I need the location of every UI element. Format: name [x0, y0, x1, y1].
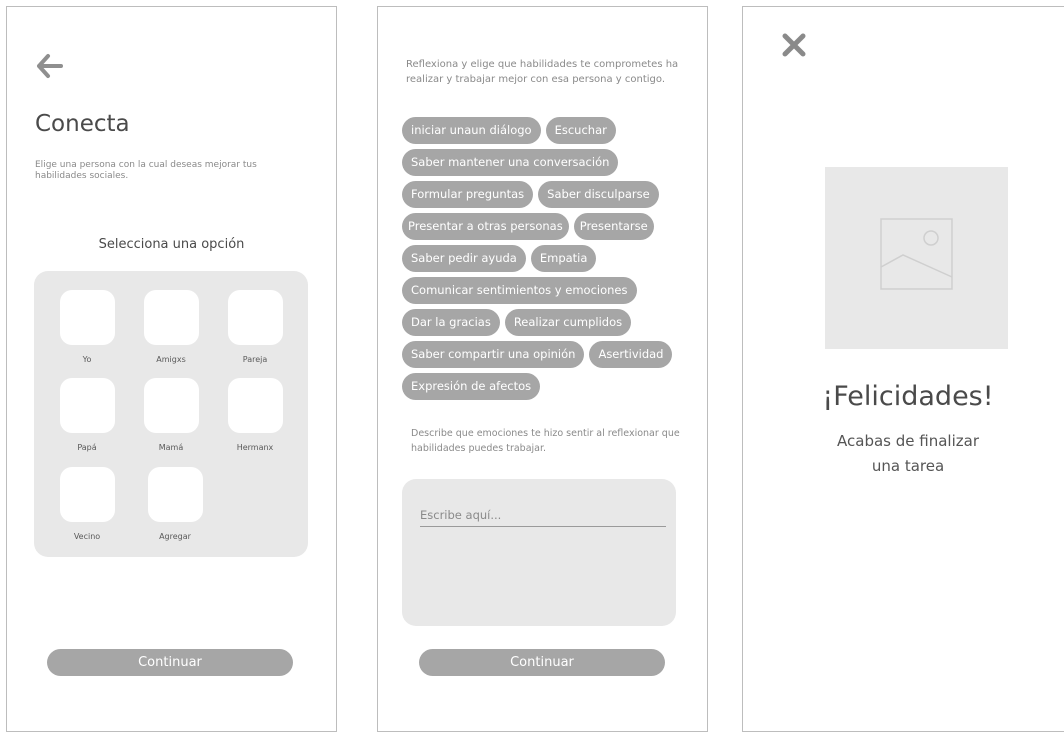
skill-chip[interactable]: Dar la gracias — [402, 309, 500, 336]
select-option-label: Selecciona una opción — [98, 237, 245, 252]
option-label: Yo — [82, 355, 92, 364]
option-label: Vecino — [73, 532, 101, 541]
skills-description: Reflexiona y elige que habilidades te co… — [406, 59, 679, 85]
option-tile — [59, 378, 115, 433]
option-hermanx[interactable]: Hermanx — [215, 378, 295, 452]
skill-chip[interactable]: Realizar cumplidos — [504, 309, 632, 336]
option-vecino[interactable]: Vecino — [47, 467, 127, 541]
skill-chip[interactable]: Empatia — [530, 245, 597, 272]
skill-chip[interactable]: Saber pedir ayuda — [402, 245, 526, 272]
option-tile — [143, 290, 199, 345]
option-label: Hermanx — [236, 443, 274, 452]
arrow-left-icon[interactable] — [34, 51, 64, 81]
option-label: Papá — [77, 443, 97, 452]
option-label: Agregar — [159, 532, 191, 541]
image-placeholder — [825, 167, 1008, 349]
option-label: Amigxs — [156, 355, 186, 364]
skill-chip[interactable]: Expresión de afectos — [402, 373, 541, 400]
option-papa[interactable]: Papá — [47, 378, 127, 452]
emotion-textbox — [402, 479, 676, 626]
option-tile — [227, 290, 283, 345]
skill-chip[interactable]: Saber compartir una opinión — [402, 341, 585, 368]
emotion-input[interactable] — [420, 503, 666, 527]
option-label: Pareja — [242, 355, 268, 364]
screen-success: ¡Felicidades! Acabas de finalizar una ta… — [742, 6, 1064, 732]
continue-button[interactable]: Continuar — [47, 649, 293, 676]
skill-chip[interactable]: Presentarse — [573, 213, 654, 240]
option-tile — [143, 378, 199, 433]
option-tile — [59, 290, 115, 345]
close-icon[interactable] — [781, 32, 807, 58]
success-message-line2: una tarea — [871, 457, 945, 475]
option-tile — [227, 378, 283, 433]
screen-conecta: Conecta Elige una persona con la cual de… — [6, 6, 337, 732]
image-placeholder-icon — [880, 218, 953, 290]
option-yo[interactable]: Yo — [47, 290, 127, 364]
page-title: Conecta — [35, 111, 130, 137]
continue-button[interactable]: Continuar — [419, 649, 665, 676]
skill-chip[interactable]: Escuchar — [545, 117, 616, 144]
options-panel: Yo Amigxs Pareja Papá Mamá Hermanx Vecin… — [34, 271, 308, 557]
option-tile — [147, 467, 203, 522]
skill-chip[interactable]: Saber disculparse — [538, 181, 659, 208]
emotion-prompt: Describe que emociones te hizo sentir al… — [411, 428, 680, 454]
skill-chip[interactable]: Saber mantener una conversación — [402, 149, 619, 176]
option-agregar[interactable]: Agregar — [135, 467, 215, 541]
success-message-line1: Acabas de finalizar — [837, 432, 979, 450]
skill-chip[interactable]: Formular preguntas — [402, 181, 534, 208]
option-amigxs[interactable]: Amigxs — [131, 290, 211, 364]
skills-chip-list: iniciar unaun diálogo Escuchar Saber man… — [402, 117, 692, 400]
page-description: Elige una persona con la cual deseas mej… — [35, 160, 257, 181]
skill-chip[interactable]: Presentar a otras personas — [402, 213, 569, 240]
option-label: Mamá — [158, 443, 184, 452]
success-message: Acabas de finalizar una tarea — [743, 429, 1064, 479]
skill-chip[interactable]: Asertividad — [589, 341, 673, 368]
option-pareja[interactable]: Pareja — [215, 290, 295, 364]
skill-chip[interactable]: Comunicar sentimientos y emociones — [402, 277, 637, 304]
option-tile — [59, 467, 115, 522]
screen-skills: Reflexiona y elige que habilidades te co… — [377, 6, 708, 732]
success-heading: ¡Felicidades! — [822, 381, 994, 412]
option-mama[interactable]: Mamá — [131, 378, 211, 452]
skill-chip[interactable]: iniciar unaun diálogo — [402, 117, 541, 144]
